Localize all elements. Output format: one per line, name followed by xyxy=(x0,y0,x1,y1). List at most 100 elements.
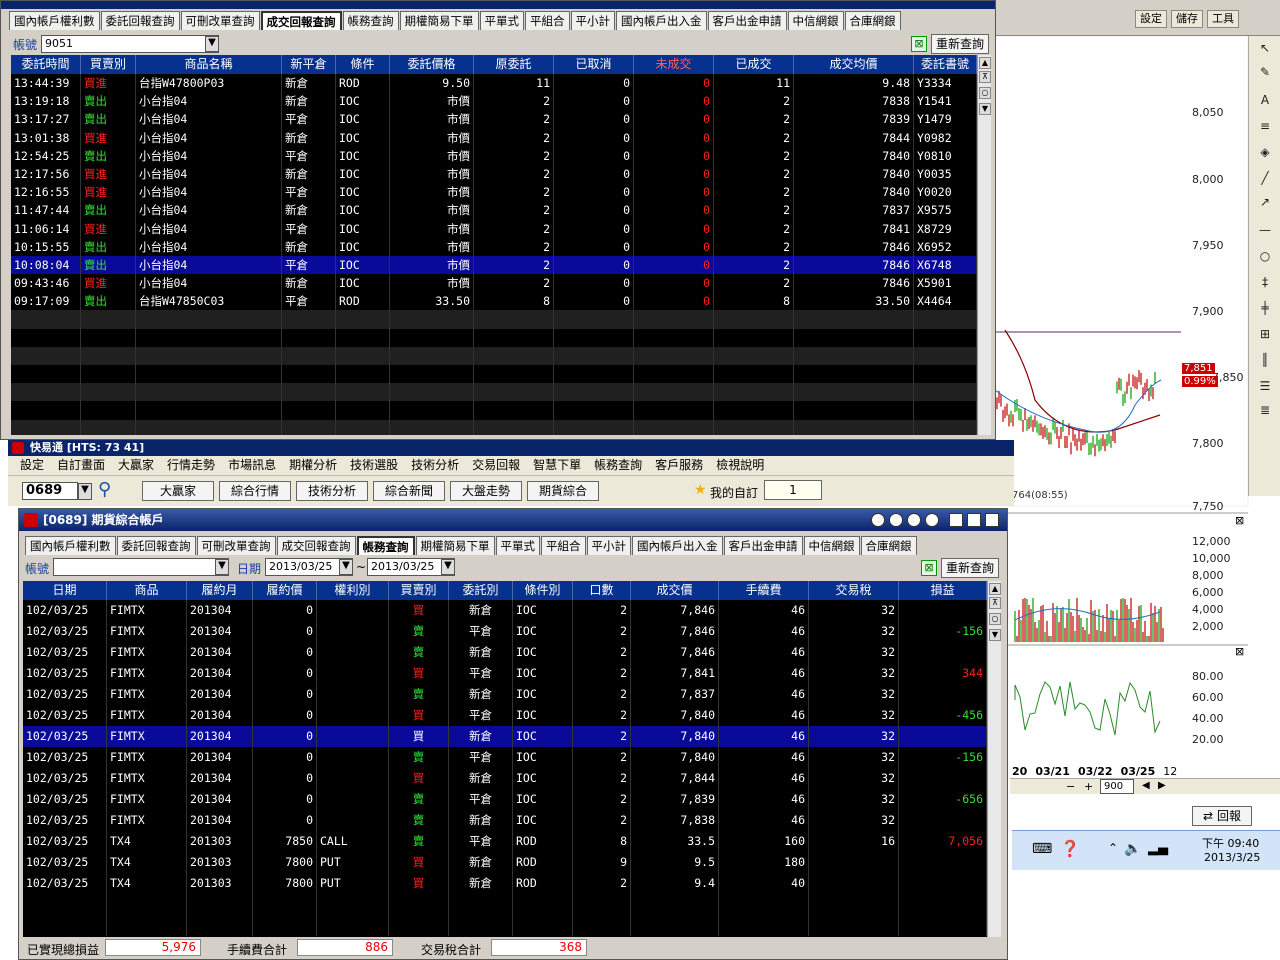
column-header[interactable]: 商品名稱 xyxy=(136,55,282,74)
requery-button[interactable]: 重新查詢 xyxy=(931,34,989,54)
column-header[interactable]: 商品 xyxy=(107,581,187,600)
toolbar-button[interactable]: 期貨綜合 xyxy=(527,481,599,501)
menu-item[interactable]: 自訂畫面 xyxy=(57,456,105,475)
tab-item[interactable]: 國內帳戶權利數 xyxy=(9,11,100,30)
table-row[interactable]: 102/03/25 FIMTX 201304 0 賣新倉 IOC 2 7,838 46 32 xyxy=(23,810,987,831)
menu-item[interactable]: 市場訊息 xyxy=(228,456,276,475)
scroll-top-icon[interactable]: ⊼ xyxy=(979,71,991,83)
tab-item[interactable]: 平組合 xyxy=(525,11,570,30)
lines-icon[interactable]: ≡ xyxy=(1255,118,1275,134)
tab-item[interactable]: 成交回報查詢 xyxy=(276,536,356,555)
toolbar-button[interactable]: 技術分析 xyxy=(296,481,368,501)
table-row[interactable]: 102/03/25 FIMTX 201304 0 賣平倉 IOC 2 7,839 46 32 -65… xyxy=(23,789,987,810)
tab-item[interactable]: 期權簡易下單 xyxy=(415,536,495,555)
zoom-in-icon[interactable]: + xyxy=(1084,780,1093,793)
table-row[interactable]: 102/03/25 TX4 201303 7850 CALL 賣平倉 ROD 8 33.5 160… xyxy=(23,831,987,852)
column-header[interactable]: 委託時間 xyxy=(11,55,81,74)
table-row[interactable]: 102/03/25 FIMTX 201304 0 賣新倉 IOC 2 7,837 46 32 xyxy=(23,684,987,705)
eraser-icon[interactable]: ✎ xyxy=(1255,64,1275,80)
calendar-dropdown-icon[interactable]: ▼ xyxy=(339,559,353,575)
pointer-icon[interactable]: ↖ xyxy=(1255,40,1275,56)
tab-item[interactable]: 中信網銀 xyxy=(787,11,844,30)
toolbar-button[interactable]: 大盤走勢 xyxy=(450,481,522,501)
tab-item[interactable]: 客戶出金申請 xyxy=(723,536,803,555)
table-row[interactable]: 11:06:14 買進 小台指04 平倉 IOC 市價 2 0 0 2 7841 X8729 xyxy=(11,219,977,238)
fill-icon[interactable]: ◈ xyxy=(1255,144,1275,160)
tab-item[interactable]: 帳務查詢 xyxy=(356,536,415,555)
return-button[interactable]: ⇄ 回報 xyxy=(1192,806,1252,826)
bars-tool-icon[interactable]: ║ xyxy=(1255,352,1275,368)
close-panel-icon[interactable]: ⊠ xyxy=(1235,514,1244,527)
scroll-down-icon[interactable]: ▼ xyxy=(989,629,1001,641)
column-header[interactable]: 委託價格 xyxy=(390,55,474,74)
tab-item[interactable]: 可刪改單查詢 xyxy=(180,11,260,30)
column-header[interactable]: 履約月 xyxy=(187,581,253,600)
table-row[interactable]: 13:17:27 賣出 小台指04 平倉 IOC 市價 2 0 0 2 7839 Y1479 xyxy=(11,110,977,129)
column-header[interactable]: 原委託 xyxy=(474,55,554,74)
table-row[interactable]: 102/03/25 FIMTX 201304 0 買平倉 IOC 2 7,840 46 32 -45… xyxy=(23,705,987,726)
tab-item[interactable]: 中信網銀 xyxy=(803,536,860,555)
chart-scroll-bar[interactable]: − + 900 ◀ ▶ xyxy=(1010,778,1280,794)
table-row[interactable]: 13:44:39 買進 台指W47800P03 新倉 ROD 9.50 11 0 0 11 9.48… xyxy=(11,74,977,93)
column-header[interactable]: 已成交 xyxy=(714,55,794,74)
tray-expand-icon[interactable]: ⌃ xyxy=(1108,841,1118,855)
menu-item[interactable]: 技術選股 xyxy=(350,456,398,475)
menu-item[interactable]: 帳務查詢 xyxy=(594,456,642,475)
column-header[interactable]: 口數 xyxy=(573,581,631,600)
column-header[interactable]: 損益 xyxy=(899,581,987,600)
chevron-down-icon[interactable]: ▼ xyxy=(78,483,92,500)
menu-item[interactable]: 檢視說明 xyxy=(716,456,764,475)
menu-item[interactable]: 智慧下單 xyxy=(533,456,581,475)
tab-item[interactable]: 委託回報查詢 xyxy=(116,536,196,555)
column-header[interactable]: 未成交 xyxy=(634,55,714,74)
hline-tool-icon[interactable]: — xyxy=(1255,222,1275,238)
column-header[interactable]: 條件別 xyxy=(513,581,573,600)
menu-item[interactable]: 行情走勢 xyxy=(167,456,215,475)
favorite-select[interactable]: 1 xyxy=(764,480,822,500)
table-row[interactable]: 102/03/25 FIMTX 201304 0 賣新倉 IOC 2 7,846 46 32 xyxy=(23,642,987,663)
fork-tool-icon[interactable]: ‡ xyxy=(1255,274,1275,290)
column-header[interactable]: 權利別 xyxy=(317,581,389,600)
export-icon[interactable]: ⊠ xyxy=(921,560,937,576)
scroll-down-icon[interactable]: ▼ xyxy=(979,103,991,115)
table-row[interactable]: 102/03/25 FIMTX 201304 0 買新倉 IOC 2 7,844 46 32 xyxy=(23,768,987,789)
text-icon[interactable]: A xyxy=(1255,92,1275,108)
pin-icon[interactable]: T xyxy=(925,513,939,527)
toolbar-button[interactable]: 綜合行情 xyxy=(219,481,291,501)
table-row[interactable]: 12:54:25 賣出 小台指04 平倉 IOC 市價 2 0 0 2 7840 Y0810 xyxy=(11,146,977,165)
tab-item[interactable]: 期權簡易下單 xyxy=(399,11,479,30)
column-header[interactable]: 條件 xyxy=(336,55,390,74)
column-header[interactable]: 日期 xyxy=(23,581,107,600)
column-header[interactable]: 手續費 xyxy=(719,581,809,600)
column-header[interactable]: 買賣別 xyxy=(389,581,449,600)
table-row[interactable]: 102/03/25 FIMTX 201304 0 賣平倉 IOC 2 7,840 46 32 -15… xyxy=(23,747,987,768)
chevron-down-icon[interactable]: ▼ xyxy=(215,559,229,575)
tab-item[interactable]: 合庫網銀 xyxy=(860,536,917,555)
scroll-mid-icon[interactable]: ○ xyxy=(989,613,1001,625)
table-row[interactable]: 11:47:44 賣出 小台指04 新倉 IOC 市價 2 0 0 2 7837 X9575 xyxy=(11,201,977,220)
close-panel-icon[interactable]: ⊠ xyxy=(1235,645,1244,658)
fib-tool-icon[interactable]: ☰ xyxy=(1255,378,1275,394)
line-tool-icon[interactable]: ╱ xyxy=(1255,170,1275,186)
scroll-up-icon[interactable]: ▲ xyxy=(989,583,1001,595)
info-icon[interactable]: i xyxy=(889,513,903,527)
app-titlebar[interactable]: 快易通 [HTS: 73 41] xyxy=(8,440,1014,456)
tab-item[interactable]: 合庫網銀 xyxy=(844,11,901,30)
circle-tool-icon[interactable]: ○ xyxy=(1255,248,1275,264)
tab-item[interactable]: 國內帳戶出入金 xyxy=(616,11,707,30)
menu-item[interactable]: 客戶服務 xyxy=(655,456,703,475)
link-icon[interactable]: ⇄ xyxy=(871,513,885,527)
account-select[interactable] xyxy=(53,558,229,576)
menu-item[interactable]: 交易回報 xyxy=(472,456,520,475)
tab-item[interactable]: 可刪改單查詢 xyxy=(196,536,276,555)
table-row[interactable]: 102/03/25 FIMTX 201304 0 賣平倉 IOC 2 7,846 46 32 -15… xyxy=(23,621,987,642)
window-titlebar[interactable]: [0689] 期貨綜合帳戶 ⇄ i ⎙ T _ □ ✕ xyxy=(19,509,1007,531)
chart-area[interactable]: ⊠ ⊠ xyxy=(994,0,1280,830)
chevron-down-icon[interactable]: ▼ xyxy=(205,36,219,52)
close-icon[interactable]: ✕ xyxy=(985,513,999,527)
requery-button[interactable]: 重新查詢 xyxy=(941,558,999,578)
scroll-left-icon[interactable]: ◀ xyxy=(1142,780,1150,791)
scroll-right-icon[interactable]: ▶ xyxy=(1158,780,1166,791)
column-header[interactable]: 委託別 xyxy=(449,581,513,600)
scroll-top-icon[interactable]: ⊼ xyxy=(989,597,1001,609)
